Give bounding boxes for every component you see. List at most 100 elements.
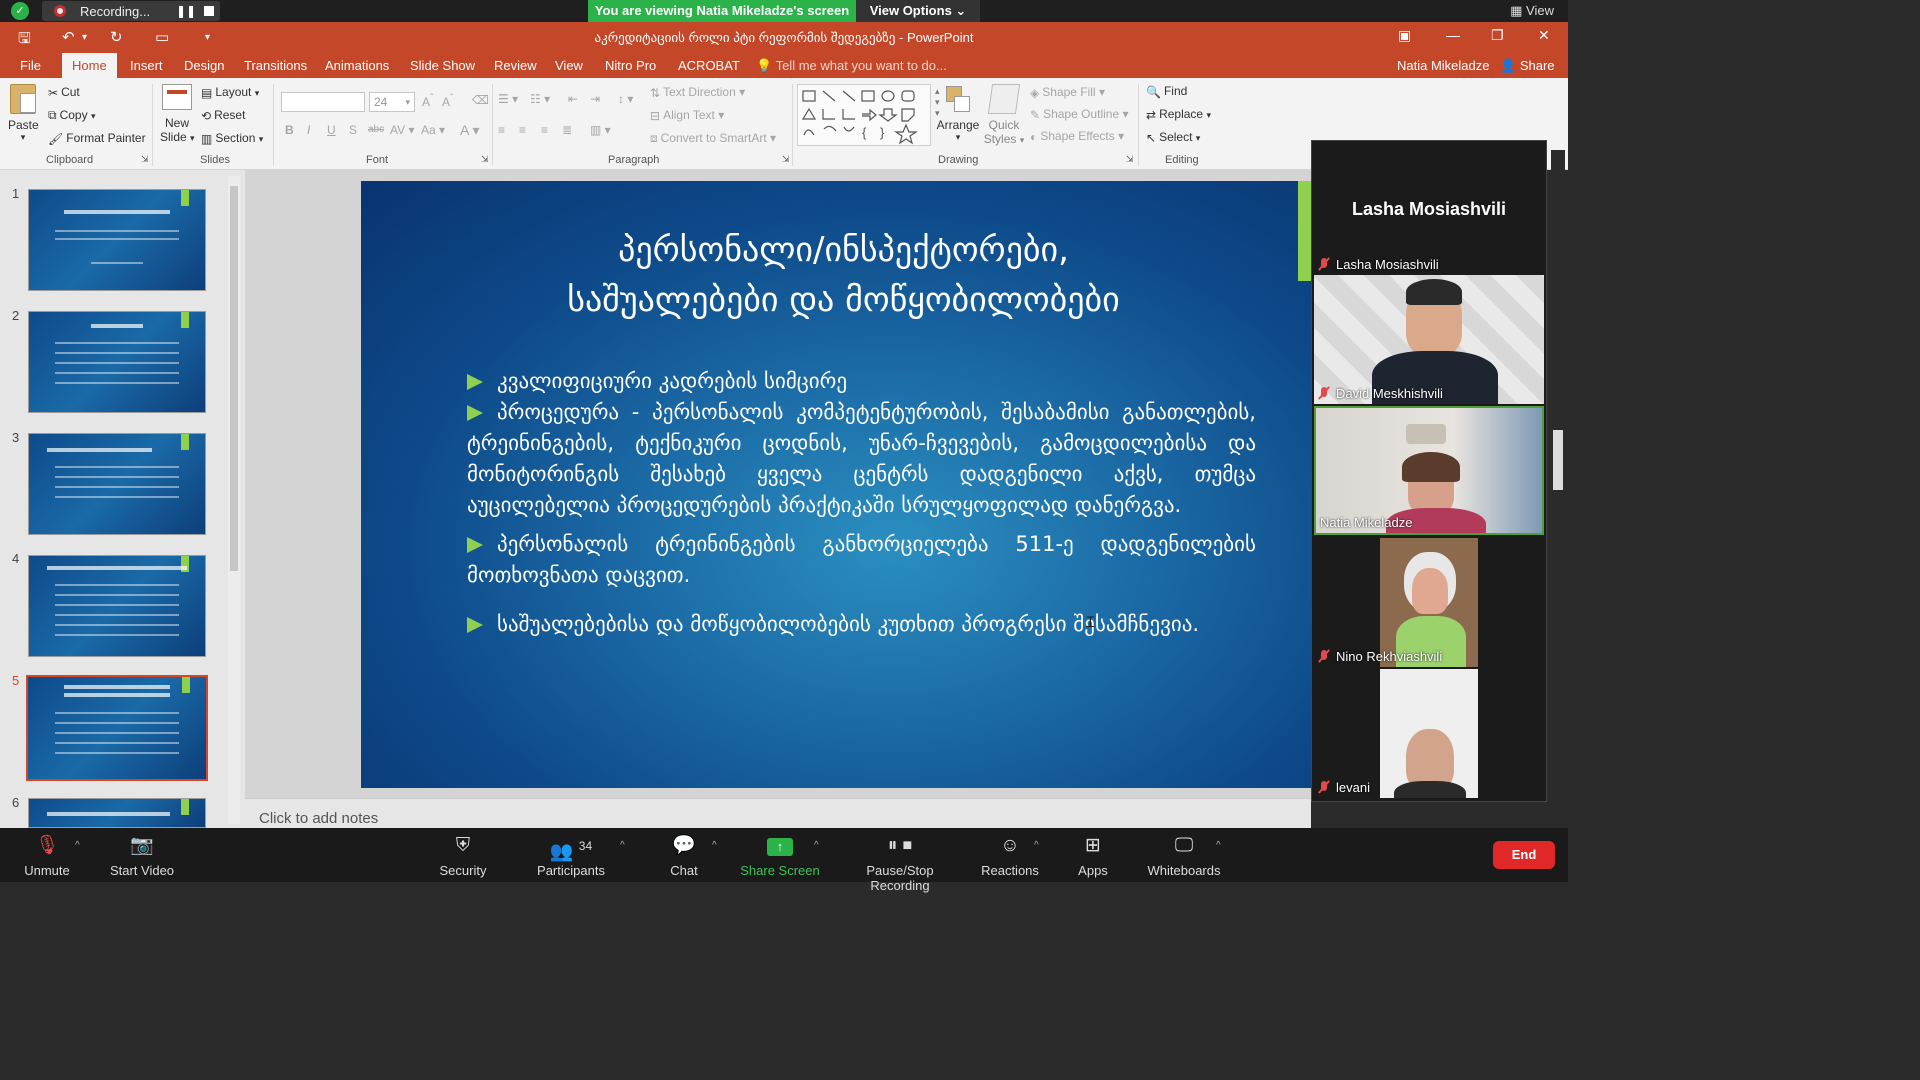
share-options-caret[interactable]: ^ (814, 840, 819, 851)
participant-tile[interactable]: levani (1314, 669, 1544, 798)
slide-thumbnail-6[interactable] (28, 798, 206, 828)
copy-button[interactable]: ⧉ Copy ▾ (48, 108, 95, 123)
signed-in-user[interactable]: Natia Mikeladze (1397, 58, 1490, 73)
numbering-icon[interactable]: ☷ ▾ (530, 92, 550, 106)
unmute-button[interactable]: 🎙 Unmute (18, 834, 76, 878)
security-shield-icon[interactable]: ✓ (11, 2, 29, 20)
current-slide[interactable]: პერსონალი/ინსპექტორები, საშუალებები და მ… (361, 181, 1326, 788)
line-spacing-icon[interactable]: ↕ ▾ (618, 92, 633, 106)
shapes-gallery[interactable]: {} (797, 84, 931, 146)
participants-button[interactable]: 👥 34 Participants (532, 834, 610, 878)
tab-file[interactable]: File (20, 58, 41, 73)
share-screen-button[interactable]: ↑ Share Screen (740, 834, 820, 878)
font-family-box[interactable] (281, 92, 365, 112)
slide-thumbnail-1[interactable] (28, 189, 206, 291)
align-center-icon[interactable]: ≡ (519, 123, 526, 137)
slide-thumbnail-5[interactable] (26, 675, 208, 781)
chat-button[interactable]: 💬 Chat (660, 834, 708, 878)
tab-design[interactable]: Design (184, 58, 224, 73)
share-button[interactable]: 👤 Share (1500, 58, 1555, 74)
align-left-icon[interactable]: ≡ (498, 123, 505, 137)
drawing-launcher-icon[interactable]: ⇲ (1126, 154, 1134, 165)
shadow-icon[interactable]: S (349, 123, 357, 137)
new-slide-button[interactable]: New Slide ▾ (160, 84, 195, 144)
paste-button[interactable]: Paste ▾ (8, 84, 39, 143)
participant-tile-active[interactable]: Natia Mikeladze (1314, 406, 1544, 535)
end-meeting-button[interactable]: End (1493, 841, 1555, 869)
pause-stop-recording-button[interactable]: ⏸ ⏹ Pause/Stop Recording (836, 834, 964, 893)
format-painter-button[interactable]: 🖌 Format Painter (48, 131, 146, 146)
align-text-button[interactable]: ⊟ Align Text ▾ (650, 108, 724, 123)
slide-thumbnail-2[interactable] (28, 311, 206, 413)
convert-smartart-button[interactable]: ⧈ Convert to SmartArt ▾ (650, 131, 776, 146)
find-button[interactable]: 🔍 Find (1146, 84, 1187, 99)
view-button[interactable]: ▦ View (1510, 3, 1554, 19)
cut-button[interactable]: ✂ Cut (48, 85, 80, 100)
tab-transitions[interactable]: Transitions (244, 58, 307, 73)
security-button[interactable]: ⛨ Security (432, 834, 494, 878)
justify-icon[interactable]: ≣ (562, 123, 572, 137)
whiteboards-options-caret[interactable]: ^ (1216, 840, 1221, 851)
slide-thumbnail-3[interactable] (28, 433, 206, 535)
ribbon-display-icon[interactable]: ▣ (1398, 27, 1411, 44)
underline-icon[interactable]: U (327, 123, 336, 137)
shape-effects-button[interactable]: ◐ Shape Effects ▾ (1030, 129, 1124, 144)
audio-options-caret[interactable]: ^ (75, 840, 80, 851)
tab-home[interactable]: Home (62, 53, 117, 78)
clipboard-launcher-icon[interactable]: ⇲ (141, 154, 149, 165)
reactions-options-caret[interactable]: ^ (1034, 840, 1039, 851)
shape-outline-button[interactable]: ✎ Shape Outline ▾ (1030, 107, 1128, 122)
slide-title[interactable]: პერსონალი/ინსპექტორები, საშუალებები და მ… (421, 225, 1266, 325)
font-size-box[interactable]: 24 ▾ (369, 92, 415, 112)
font-color-icon[interactable]: A ▾ (460, 122, 479, 139)
tab-animations[interactable]: Animations (325, 58, 389, 73)
section-button[interactable]: ▥ Section ▾ (201, 131, 263, 146)
strikethrough-icon[interactable]: abc (368, 124, 384, 135)
apps-button[interactable]: ⊞ Apps (1070, 834, 1116, 878)
participant-tile[interactable]: David Meskhishvili (1314, 275, 1544, 404)
slide-body[interactable]: კვალიფიციური კადრების სიმცირე პროცედურა … (467, 366, 1256, 648)
quick-styles-button[interactable]: Quick Styles ▾ (983, 84, 1025, 146)
participants-options-caret[interactable]: ^ (620, 840, 625, 851)
tell-me-search[interactable]: 💡 Tell me what you want to do... (756, 58, 947, 74)
font-launcher-icon[interactable]: ⇲ (481, 154, 489, 165)
character-spacing-icon[interactable]: AV ▾ (390, 123, 414, 137)
bold-icon[interactable]: B (285, 123, 294, 137)
layout-button[interactable]: ▤ Layout ▾ (201, 85, 259, 100)
stop-recording-icon[interactable] (204, 6, 214, 16)
select-button[interactable]: ↖ Select ▾ (1146, 130, 1200, 145)
bullets-icon[interactable]: ☰ ▾ (498, 92, 518, 106)
text-direction-button[interactable]: ⇅ Text Direction ▾ (650, 85, 745, 100)
slide-thumbnail-4[interactable] (28, 555, 206, 657)
tab-acrobat[interactable]: ACROBAT (678, 58, 740, 73)
tab-view[interactable]: View (555, 58, 583, 73)
tab-review[interactable]: Review (494, 58, 537, 73)
increase-font-icon[interactable]: Aˆ (422, 93, 433, 109)
change-case-icon[interactable]: Aa ▾ (421, 123, 445, 137)
arrange-button[interactable]: Arrange ▾ (936, 84, 980, 143)
pause-recording-icon[interactable]: ❚❚ (176, 4, 196, 18)
ppt-vertical-scrollbar[interactable] (1551, 150, 1565, 790)
close-icon[interactable]: ✕ (1538, 27, 1550, 44)
columns-icon[interactable]: ▥ ▾ (590, 123, 611, 137)
increase-indent-icon[interactable]: ⇥ (590, 92, 600, 106)
participant-tile[interactable]: Nino Rekhviashvili (1314, 538, 1544, 667)
align-right-icon[interactable]: ≡ (541, 123, 548, 137)
reset-button[interactable]: ⟲ Reset (201, 108, 245, 123)
reactions-button[interactable]: ☺ Reactions (980, 834, 1040, 878)
shape-fill-button[interactable]: ◈ Shape Fill ▾ (1030, 85, 1105, 100)
clear-formatting-icon[interactable]: ⌫ (472, 93, 489, 107)
whiteboards-button[interactable]: 🖵 Whiteboards (1144, 834, 1224, 878)
start-video-button[interactable]: 📷 Start Video (104, 834, 180, 878)
decrease-indent-icon[interactable]: ⇤ (568, 92, 578, 106)
minimize-icon[interactable]: — (1446, 27, 1460, 43)
restore-icon[interactable]: ❐ (1491, 27, 1504, 44)
notes-pane[interactable]: Click to add notes (245, 798, 1311, 828)
tab-slide-show[interactable]: Slide Show (410, 58, 475, 73)
decrease-font-icon[interactable]: Aˇ (442, 93, 453, 109)
replace-button[interactable]: ⇄ Replace ▾ (1146, 107, 1211, 122)
thumbnail-scrollbar[interactable] (228, 176, 240, 824)
chat-options-caret[interactable]: ^ (712, 840, 717, 851)
thumbnail-scroll-thumb[interactable] (230, 186, 238, 571)
participant-tile[interactable]: Lasha Mosiashvili (1314, 249, 1544, 275)
